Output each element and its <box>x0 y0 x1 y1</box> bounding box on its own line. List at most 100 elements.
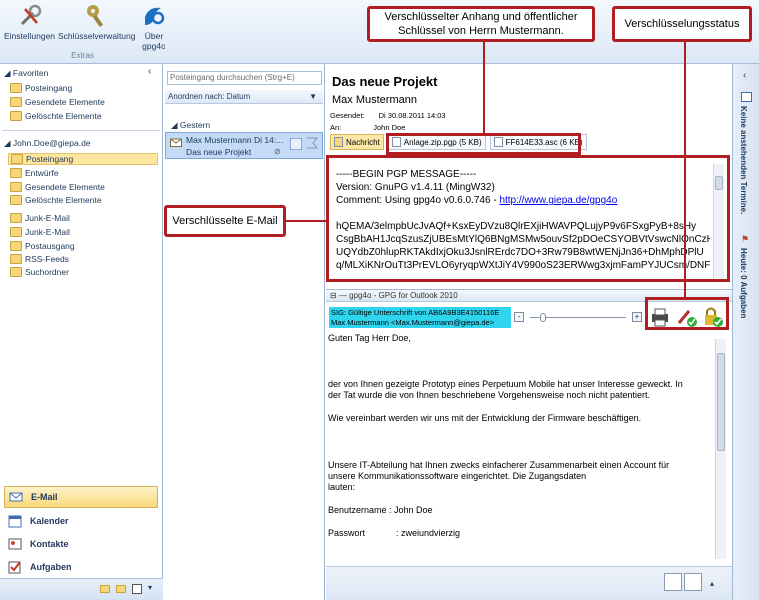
date-group-header[interactable]: ◢ Gestern <box>171 120 210 131</box>
outbox-icon <box>10 241 22 251</box>
arrange-by-header[interactable]: Anordnen nach: Datum ▼ <box>165 90 323 104</box>
todo-bar: ‹ Keine anstehenden Termine. ⚑ Heute: 0 … <box>732 64 759 600</box>
key-management-label: Schlüsselverwaltung <box>58 31 136 41</box>
about-label-line1: Über <box>144 31 164 41</box>
search-input[interactable]: Posteingang durchsuchen (Strg+E) <box>167 71 322 85</box>
navigation-pane: ◢ Favoriten ‹ Posteingang Gesendete Elem… <box>0 64 163 600</box>
key-icon <box>86 5 103 28</box>
body-scrollbar[interactable] <box>715 339 726 559</box>
folder-icon <box>10 195 22 205</box>
favorite-deleted[interactable]: Gelöschte Elemente <box>10 110 102 122</box>
mail-list-pane: Posteingang durchsuchen (Strg+E) Anordne… <box>163 64 325 600</box>
folder-search-label: Suchordner <box>25 267 69 277</box>
folder-icon <box>10 83 22 93</box>
attachment-callout: Verschlüsselter Anhang und öffentlicher … <box>367 6 595 42</box>
attachment-highlight <box>386 133 581 155</box>
message-subject: Das neue Projekt <box>332 74 438 89</box>
favorites-header[interactable]: ◢ Favoriten <box>4 68 48 79</box>
folder-junk-2[interactable]: Junk-E-Mail <box>10 226 70 238</box>
message-body[interactable]: Guten Tag Herr Doe, der von Ihnen gezeig… <box>328 331 714 563</box>
folder-junk[interactable]: Junk-E-Mail <box>10 212 70 224</box>
nav-contacts-button[interactable]: Kontakte <box>4 533 158 555</box>
folder-sent[interactable]: Gesendete Elemente <box>10 181 105 193</box>
rss-icon <box>10 254 22 264</box>
collapse-nav-icon[interactable]: ‹ <box>148 66 151 77</box>
encrypted-mail-callout: Verschlüsselte E-Mail <box>164 205 286 237</box>
nav-tasks-button[interactable]: Aufgaben <box>4 556 158 578</box>
callout-connector <box>483 40 485 135</box>
folder-search[interactable]: Suchordner <box>10 266 69 278</box>
signature-status: SIG: Gültige Unterschrift von AB6A9B3E41… <box>329 307 511 328</box>
folder-icon <box>10 168 22 178</box>
notes-icon[interactable] <box>100 585 110 593</box>
message-tab[interactable]: Nachricht <box>330 134 384 150</box>
zoom-slider[interactable]: - + <box>514 310 644 324</box>
wrench-icon <box>20 4 41 26</box>
account-header[interactable]: ◢ John.Doe@giepa.de <box>4 138 91 149</box>
favorite-sent[interactable]: Gesendete Elemente <box>10 96 105 108</box>
favorite-deleted-label: Gelöschte Elemente <box>25 111 102 121</box>
message-tab-label: Nachricht <box>346 137 380 147</box>
person-icon[interactable] <box>684 573 702 591</box>
zoom-in-icon[interactable]: + <box>632 312 642 322</box>
settings-button[interactable]: Einstellungen <box>4 3 55 41</box>
mail-item[interactable]: Max Mustermann Di 14:... Das neue Projek… <box>165 132 323 159</box>
account-label: John.Doe@giepa.de <box>12 138 91 148</box>
folder-list-icon[interactable] <box>116 585 126 593</box>
date-group-label: Gestern <box>179 120 211 130</box>
folder-deleted[interactable]: Gelöschte Elemente <box>10 194 102 206</box>
folder-inbox[interactable]: Posteingang <box>8 153 158 165</box>
favorite-inbox[interactable]: Posteingang <box>10 82 72 94</box>
folder-drafts[interactable]: Entwürfe <box>10 167 59 179</box>
arrange-by-label: Anordnen nach: Datum <box>168 92 251 101</box>
ribbon-group-label: Extras <box>71 51 94 60</box>
configure-buttons-icon[interactable]: ▾ <box>148 583 152 592</box>
folder-outbox[interactable]: Postausgang <box>10 240 75 252</box>
expand-people-pane-icon[interactable]: ▴ <box>710 579 714 588</box>
folder-drafts-label: Entwürfe <box>25 168 59 178</box>
folder-rss[interactable]: RSS-Feeds <box>10 253 69 265</box>
folder-sent-label: Gesendete Elemente <box>25 182 105 192</box>
about-gpg4o-button[interactable]: Über gpg4o <box>141 3 167 51</box>
sort-toggle-icon[interactable]: ▼ <box>309 90 317 104</box>
key-management-button[interactable]: Schlüsselverwaltung <box>58 3 135 41</box>
body-scrollbar-thumb[interactable] <box>717 353 725 451</box>
calendar-icon <box>741 92 752 102</box>
body-greeting: Guten Tag Herr Doe, <box>328 333 411 343</box>
person-icon[interactable] <box>664 573 682 591</box>
favorite-sent-label: Gesendete Elemente <box>25 97 105 107</box>
nav-divider <box>2 130 160 131</box>
folder-outbox-label: Postausgang <box>25 241 75 251</box>
task-flag-icon: ⚑ <box>741 234 750 244</box>
junk-folder-icon <box>10 227 22 237</box>
nav-mail-button[interactable]: E-Mail <box>4 486 158 508</box>
body-paragraph-1a: der von Ihnen gezeigte Prototyp eines Pe… <box>328 379 683 389</box>
favorites-label: Favoriten <box>12 68 49 78</box>
shortcuts-icon[interactable] <box>132 584 142 594</box>
body-paragraph-3a: Unsere IT-Abteilung hat Ihnen zwecks ein… <box>328 460 670 470</box>
nav-calendar-button[interactable]: Kalender <box>4 510 158 532</box>
nav-contacts-label: Kontakte <box>30 539 69 549</box>
mail-item-from: Max Mustermann Di 14:... <box>186 135 284 145</box>
appointments-text[interactable]: Keine anstehenden Termine. <box>739 106 748 214</box>
slider-handle[interactable] <box>540 313 546 322</box>
ribbon: Einstellungen Schlüsselverwaltung Über g… <box>0 0 167 64</box>
status-highlight <box>645 297 729 330</box>
expand-todo-icon[interactable]: ‹ <box>743 70 746 81</box>
message-sender[interactable]: Max Mustermann <box>332 94 417 106</box>
folder-inbox-label: Posteingang <box>26 154 74 164</box>
folder-junk-2-label: Junk-E-Mail <box>25 227 70 237</box>
sent-value: Di 30.08.2011 14:03 <box>378 111 446 120</box>
folder-junk-label: Junk-E-Mail <box>25 213 70 223</box>
envelope-icon <box>334 137 343 147</box>
body-paragraph-3b: unsere Kommunikationssoftware eingericht… <box>328 471 587 481</box>
body-paragraph-1b: der Tat wurde die von Ihnen beschriebene… <box>328 390 651 400</box>
to-value[interactable]: John Doe <box>373 123 405 132</box>
flag-icon[interactable] <box>305 137 319 151</box>
settings-label: Einstellungen <box>4 31 56 41</box>
tasks-text[interactable]: Heute: 0 Aufgaben <box>739 248 748 318</box>
zoom-out-icon[interactable]: - <box>514 312 524 322</box>
body-paragraph-2: Wie vereinbart werden wir uns mit der En… <box>328 413 642 423</box>
category-icon[interactable] <box>290 138 302 150</box>
attachment-icon: ⊘ <box>274 147 281 156</box>
